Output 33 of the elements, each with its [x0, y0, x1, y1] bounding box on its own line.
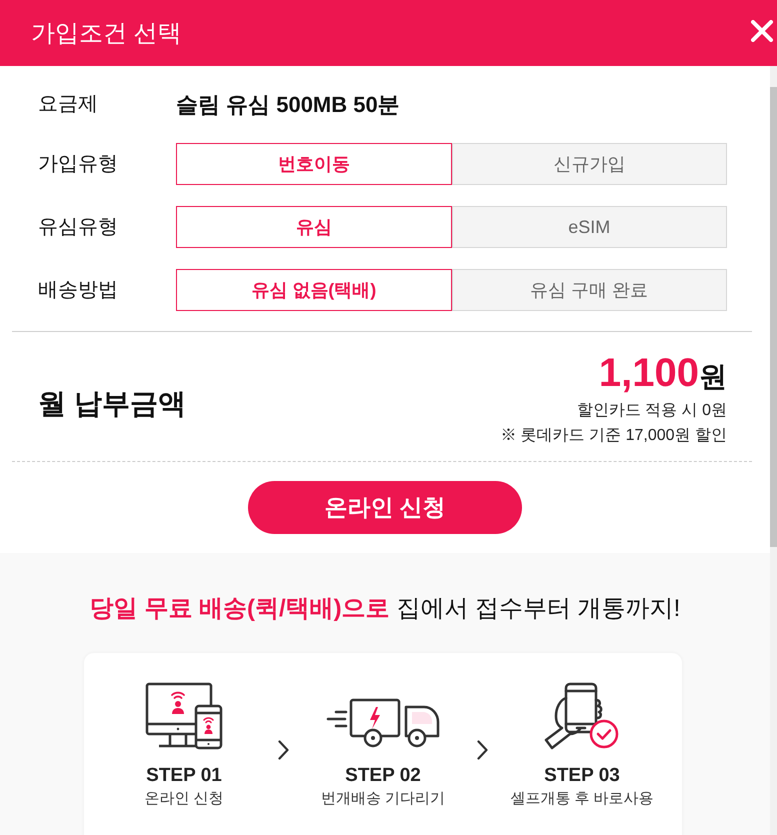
chevron-right-icon: [278, 740, 289, 760]
delivery-headline: 당일 무료 배송(퀵/택배)으로 집에서 접수부터 개통까지!: [88, 594, 682, 624]
option-choice[interactable]: 유심 없음(택배): [176, 269, 452, 311]
scrollbar-thumb[interactable]: [770, 87, 777, 547]
option-label: 가입유형: [38, 152, 119, 177]
step-title: STEP 01: [146, 764, 222, 788]
discount-note: 할인카드 적용 시 0원: [576, 401, 727, 421]
step-caption: 온라인 신청: [144, 789, 224, 809]
step-caption: 셀프개통 후 바로사용: [510, 789, 654, 809]
step-title: STEP 02: [345, 764, 421, 788]
option-choice[interactable]: 유심 구매 완료: [452, 269, 727, 311]
plan-name: 슬림 유심 500MB 50분: [176, 90, 400, 118]
step-caption: 번개배송 기다리기: [320, 789, 446, 809]
payment-label: 월 납부금액: [38, 387, 186, 421]
option-choice[interactable]: 번호이동: [176, 143, 452, 185]
plan-label: 요금제: [38, 92, 99, 117]
price-amount: 1,100: [598, 350, 699, 397]
option-choice[interactable]: 유심: [176, 206, 452, 248]
price-unit: 원: [699, 360, 727, 394]
truck-icon: [326, 698, 440, 750]
option-choice[interactable]: eSIM: [452, 206, 727, 248]
option-label: 유심유형: [38, 215, 119, 240]
step-title: STEP 03: [544, 764, 620, 788]
option-choice[interactable]: 신규가입: [452, 143, 727, 185]
devices-icon: [145, 682, 223, 750]
close-icon: [751, 20, 773, 42]
window-title: 가입조건 선택: [31, 19, 182, 49]
close-button[interactable]: [750, 19, 774, 43]
chevron-right-icon: [477, 740, 488, 760]
phone-in-hand-icon: [544, 682, 620, 750]
apply-button[interactable]: 온라인 신청: [248, 481, 522, 534]
option-label: 배송방법: [38, 278, 119, 303]
discount-note: ※ 롯데카드 기준 17,000원 할인: [500, 426, 727, 446]
